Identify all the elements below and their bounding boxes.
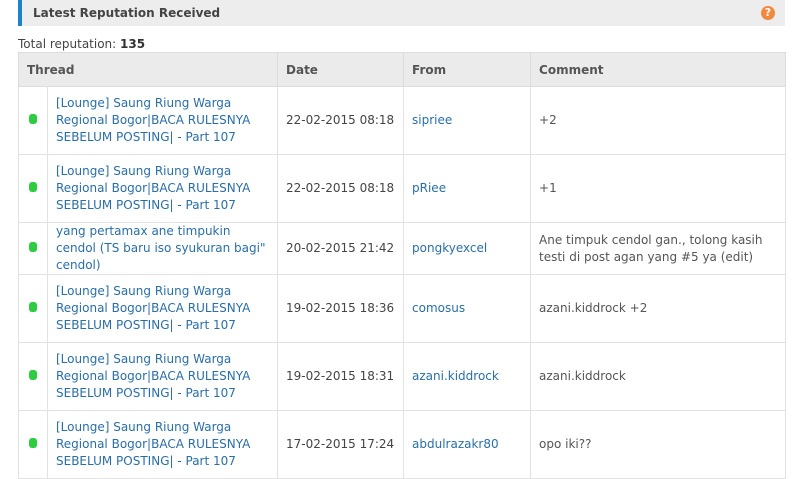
date-cell: 19-02-2015 18:36 — [277, 274, 405, 343]
thread-cell: [Lounge] Saung Riung Warga Regional Bogo… — [46, 342, 279, 411]
table-row: [Lounge] Saung Riung Warga Regional Bogo… — [18, 154, 787, 223]
comment-cell: opo iki?? — [530, 410, 787, 479]
comment-cell: Ane timpuk cendol gan., tolong kasih tes… — [530, 222, 787, 275]
user-link[interactable]: pRiee — [412, 181, 446, 195]
reputation-table: Thread Date From Comment [Lounge] Saung … — [17, 52, 787, 479]
positive-indicator — [18, 274, 48, 343]
date-cell: 17-02-2015 17:24 — [277, 410, 405, 479]
table-row: [Lounge] Saung Riung Warga Regional Bogo… — [18, 342, 787, 411]
total-reputation-label: Total reputation: — [18, 37, 117, 51]
positive-indicator — [18, 222, 48, 275]
thread-link[interactable]: [Lounge] Saung Riung Warga Regional Bogo… — [56, 352, 250, 400]
positive-indicator — [18, 410, 48, 479]
user-link[interactable]: pongkyexcel — [412, 241, 487, 255]
thread-link[interactable]: [Lounge] Saung Riung Warga Regional Bogo… — [56, 96, 250, 144]
table-row: yang pertamax ane timpukin cendol (TS ba… — [18, 222, 787, 275]
column-header-comment[interactable]: Comment — [530, 52, 787, 87]
user-link[interactable]: comosus — [412, 301, 465, 315]
thread-link[interactable]: yang pertamax ane timpukin cendol (TS ba… — [56, 224, 266, 272]
user-link[interactable]: azani.kiddrock — [412, 369, 499, 383]
column-header-from[interactable]: From — [403, 52, 532, 87]
user-link[interactable]: abdulrazakr80 — [412, 437, 499, 451]
positive-dot-icon — [29, 182, 37, 192]
thread-cell: yang pertamax ane timpukin cendol (TS ba… — [46, 222, 279, 275]
positive-dot-icon — [29, 438, 37, 448]
thread-link[interactable]: [Lounge] Saung Riung Warga Regional Bogo… — [56, 164, 250, 212]
from-cell: comosus — [403, 274, 532, 343]
positive-indicator — [18, 86, 48, 155]
question-circle-icon[interactable]: ? — [761, 6, 775, 20]
from-cell: sipriee — [403, 86, 532, 155]
reputation-table-container: Thread Date From Comment [Lounge] Saung … — [17, 52, 787, 479]
column-header-date[interactable]: Date — [277, 52, 405, 87]
thread-link[interactable]: [Lounge] Saung Riung Warga Regional Bogo… — [56, 284, 250, 332]
date-cell: 19-02-2015 18:31 — [277, 342, 405, 411]
total-reputation-value: 135 — [120, 37, 146, 51]
column-header-thread[interactable]: Thread — [17, 52, 279, 87]
user-link[interactable]: sipriee — [412, 113, 452, 127]
date-cell: 22-02-2015 08:18 — [277, 154, 405, 223]
table-row: [Lounge] Saung Riung Warga Regional Bogo… — [18, 86, 787, 155]
positive-indicator — [18, 342, 48, 411]
thread-cell: [Lounge] Saung Riung Warga Regional Bogo… — [46, 86, 279, 155]
thread-link[interactable]: [Lounge] Saung Riung Warga Regional Bogo… — [56, 420, 250, 468]
from-cell: pongkyexcel — [403, 222, 532, 275]
from-cell: azani.kiddrock — [403, 342, 532, 411]
panel-header: Latest Reputation Received ? — [18, 0, 785, 26]
thread-cell: [Lounge] Saung Riung Warga Regional Bogo… — [46, 274, 279, 343]
date-cell: 20-02-2015 21:42 — [277, 222, 405, 275]
comment-cell: azani.kiddrock — [530, 342, 787, 411]
positive-dot-icon — [29, 242, 37, 252]
comment-cell: +1 — [530, 154, 787, 223]
total-reputation: Total reputation: 135 — [18, 37, 145, 51]
positive-dot-icon — [29, 370, 37, 380]
panel-title: Latest Reputation Received — [33, 6, 221, 20]
positive-indicator — [18, 154, 48, 223]
from-cell: abdulrazakr80 — [403, 410, 532, 479]
date-cell: 22-02-2015 08:18 — [277, 86, 405, 155]
thread-cell: [Lounge] Saung Riung Warga Regional Bogo… — [46, 154, 279, 223]
positive-dot-icon — [29, 114, 37, 124]
from-cell: pRiee — [403, 154, 532, 223]
comment-cell: +2 — [530, 86, 787, 155]
table-row: [Lounge] Saung Riung Warga Regional Bogo… — [18, 274, 787, 343]
positive-dot-icon — [29, 302, 37, 312]
comment-cell: azani.kiddrock +2 — [530, 274, 787, 343]
table-header-row: Thread Date From Comment — [17, 52, 787, 87]
table-row: [Lounge] Saung Riung Warga Regional Bogo… — [18, 410, 787, 479]
thread-cell: [Lounge] Saung Riung Warga Regional Bogo… — [46, 410, 279, 479]
